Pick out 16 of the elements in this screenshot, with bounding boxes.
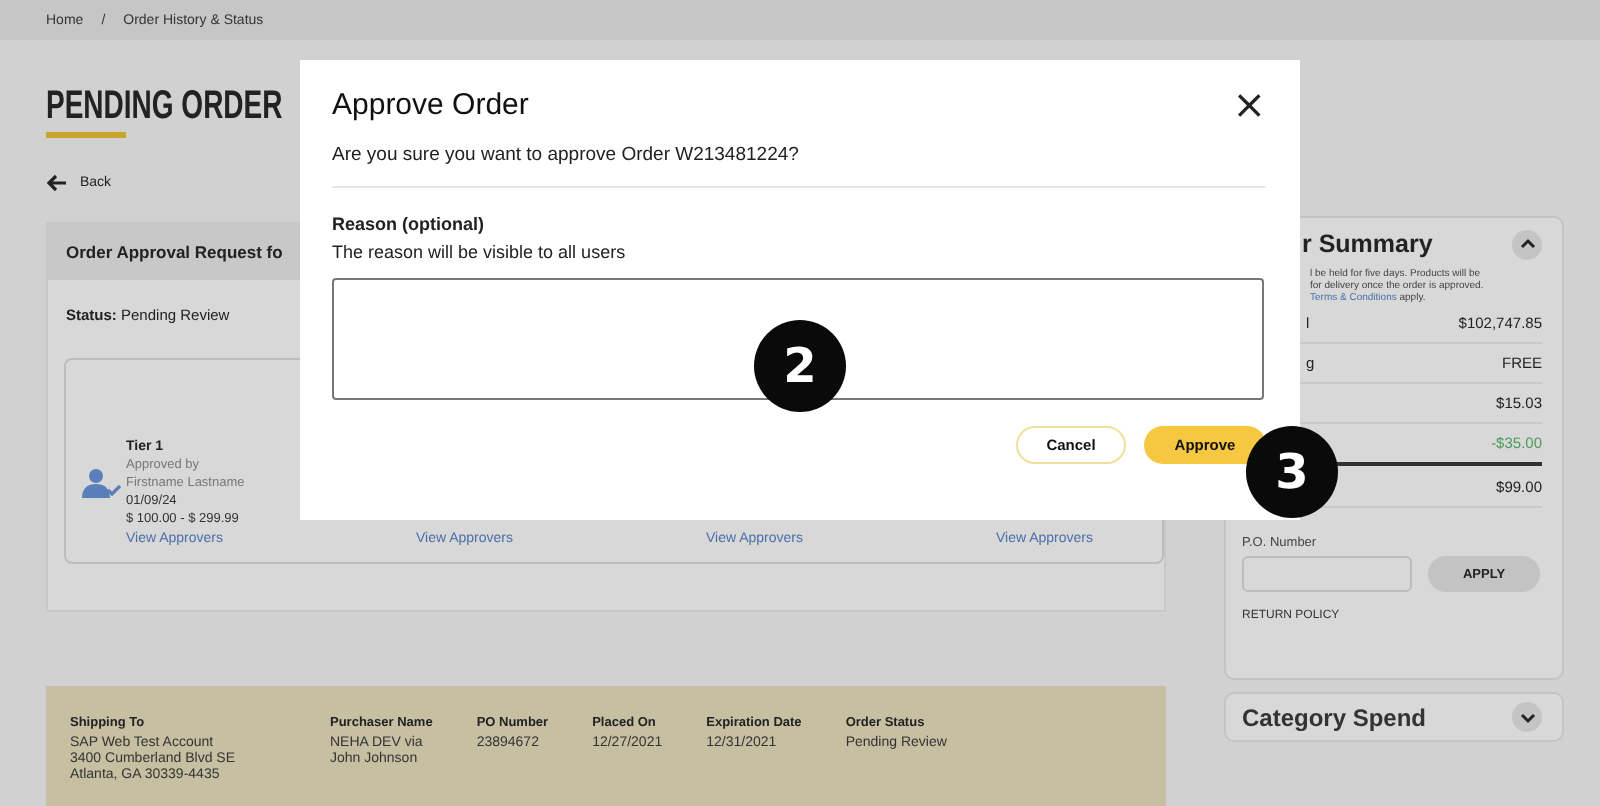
- summary-title: r Summary: [1302, 230, 1433, 258]
- close-button[interactable]: ×: [1232, 86, 1266, 122]
- dialog-title: Approve Order: [332, 87, 529, 121]
- title-underline: [46, 132, 126, 138]
- chevron-icon[interactable]: [1512, 229, 1542, 259]
- reason-field[interactable]: [332, 278, 1264, 400]
- po-number-field[interactable]: [1242, 556, 1412, 592]
- reason-label: Reason (optional): [332, 214, 484, 234]
- chevron-icon[interactable]: [1512, 702, 1542, 732]
- confirm-question: Are you sure you want to approve Order W213481224?: [332, 144, 799, 166]
- category-spend-title: Category Spend: [1242, 703, 1427, 731]
- card-title: Order Approval Request fo: [66, 242, 283, 262]
- page-title: PENDING ORDER: [46, 84, 283, 130]
- arrow-left-icon: [46, 174, 68, 192]
- reason-help-text: The reason will be visible to all users: [332, 242, 626, 262]
- user-check-icon: [82, 467, 122, 499]
